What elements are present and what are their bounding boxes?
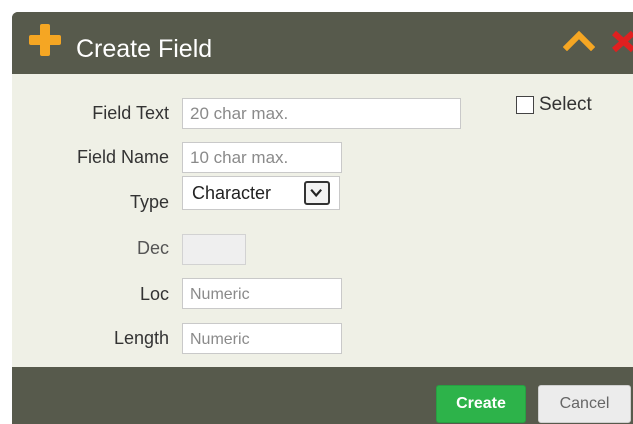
chevron-up-icon[interactable]	[563, 29, 595, 51]
close-icon[interactable]	[610, 28, 633, 54]
dec-label: Dec	[136, 238, 169, 258]
cancel-button[interactable]: Cancel	[538, 385, 631, 423]
length-input[interactable]	[182, 323, 342, 354]
loc-label: Loc	[139, 284, 169, 304]
field-text-label: Field Text	[92, 103, 169, 123]
loc-input[interactable]	[182, 278, 342, 309]
select-checkbox[interactable]	[516, 96, 534, 114]
length-label: Length	[113, 328, 169, 348]
type-select-value: Character	[192, 183, 272, 203]
chevron-down-icon[interactable]	[304, 181, 330, 205]
type-select[interactable]: Character	[182, 176, 340, 210]
dialog-title: Create Field	[76, 35, 213, 63]
create-button[interactable]: Create	[436, 385, 526, 423]
dialog-titlebar: Create Field	[12, 12, 633, 74]
plus-icon	[29, 24, 61, 56]
form-panel: Field Text Select Field Name Type Charac…	[12, 74, 633, 367]
select-checkbox-label: Select	[539, 94, 592, 115]
field-name-label: Field Name	[76, 147, 169, 167]
type-label: Type	[129, 192, 169, 212]
dec-input[interactable]	[182, 234, 246, 265]
field-name-input[interactable]	[182, 142, 342, 173]
field-text-input[interactable]	[182, 98, 461, 129]
create-field-dialog: Create Field Field Text Select Field Nam…	[12, 12, 633, 424]
